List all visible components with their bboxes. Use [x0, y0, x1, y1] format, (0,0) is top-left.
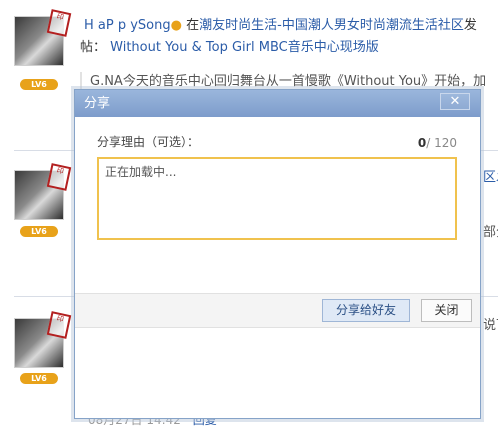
snip-right: 说可 — [483, 318, 498, 333]
post-prefix: 在 — [186, 18, 200, 33]
dialog-body: 分享理由（可选）： 0/ 120 正在加载中... — [75, 117, 480, 293]
snip-right-top: 区发 — [483, 170, 498, 185]
seal-icon: 印 — [46, 9, 72, 37]
topic-link[interactable]: Without You & Top Girl MBC音乐中心现场版 — [110, 40, 379, 55]
dialog-footer: 分享给好友 关闭 — [75, 293, 480, 328]
user-avatar[interactable]: 印 — [14, 163, 72, 220]
close-button[interactable]: 关闭 — [421, 299, 472, 322]
post-topic-line: 帖： Without You & Top Girl MBC音乐中心现场版 — [80, 38, 379, 58]
level-badge: LV6 — [20, 226, 58, 237]
snip-right-mid: 部分 — [483, 225, 498, 240]
user-avatar[interactable]: 印 — [14, 9, 72, 66]
char-max: / 120 — [426, 136, 457, 150]
post-username[interactable]: H aP p ySong — [84, 18, 171, 33]
char-counter: 0/ 120 — [418, 136, 457, 150]
user-avatar[interactable]: 印 — [14, 311, 72, 368]
seal-icon: 印 — [46, 311, 72, 339]
seal-icon: 印 — [46, 163, 72, 191]
dialog-header: 分享 ✕ — [75, 90, 480, 117]
share-reason-input[interactable]: 正在加载中... — [97, 157, 457, 240]
post-title-line: H aP p ySong● 在潮友时尚生活-中国潮人男女时尚潮流生活社区发 — [84, 16, 477, 36]
level-badge: LV6 — [20, 79, 58, 90]
user-icon: ● — [170, 18, 182, 33]
share-to-friends-button[interactable]: 分享给好友 — [322, 299, 410, 322]
group-link[interactable]: 潮友时尚生活-中国潮人男女时尚潮流生活社区 — [199, 18, 464, 33]
close-icon[interactable]: ✕ — [440, 93, 470, 110]
topic-prefix: 帖： — [80, 40, 107, 55]
level-badge: LV6 — [20, 373, 58, 384]
reason-label: 分享理由（可选）： — [97, 135, 200, 149]
dialog-title: 分享 — [84, 96, 111, 111]
char-count: 0 — [417, 136, 427, 150]
share-dialog: 分享 ✕ 分享理由（可选）： 0/ 120 正在加载中... 分享给好友 关闭 — [74, 89, 481, 419]
group-tail: 发 — [463, 18, 477, 33]
